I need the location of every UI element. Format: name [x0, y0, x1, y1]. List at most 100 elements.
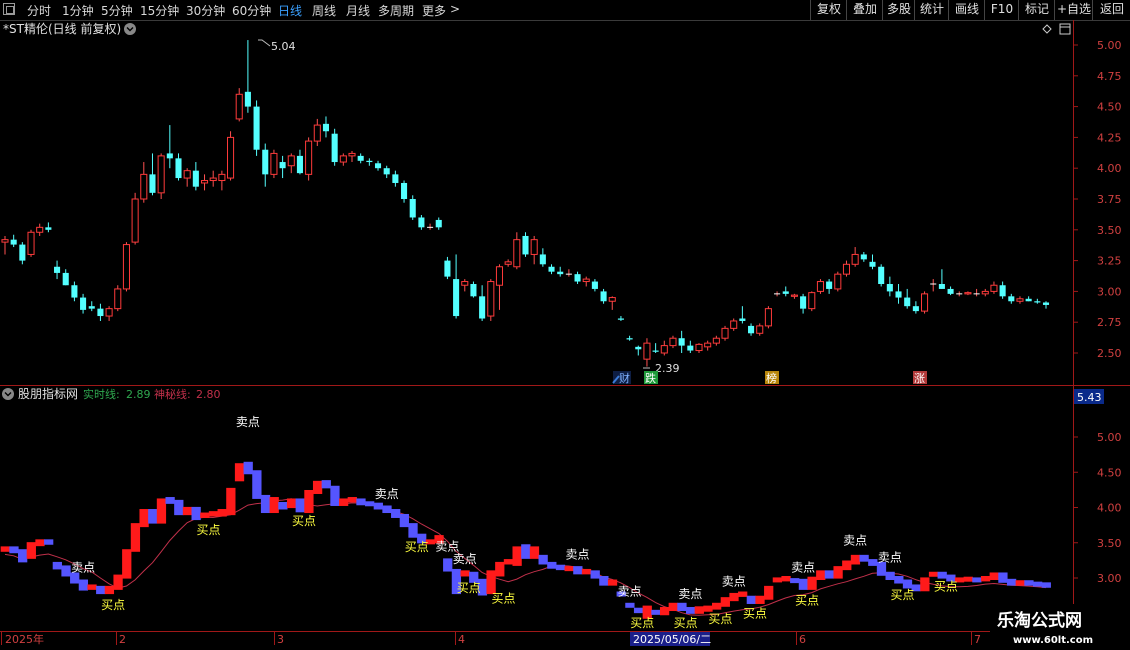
candle: [166, 125, 173, 169]
candle-body-up: [660, 345, 668, 354]
badge-drop-label: 跌: [645, 371, 656, 385]
indicator-bar: [18, 549, 28, 563]
candle-body-down: [45, 227, 52, 230]
indicator-bar: [1006, 578, 1017, 586]
indicator-bar: [937, 571, 947, 579]
indicator-bar: [972, 577, 982, 583]
candle: [383, 165, 390, 179]
indicator-bar: [156, 498, 167, 524]
candle-body-up: [27, 231, 35, 255]
candle: [88, 301, 95, 312]
chevron-down-icon[interactable]: [2, 388, 14, 400]
candle: [504, 259, 512, 267]
candle-body-up: [669, 337, 677, 347]
fuquan-button[interactable]: 复权: [810, 0, 847, 20]
candle: [10, 234, 17, 248]
indicator-bar: [0, 546, 10, 552]
candle: [71, 281, 78, 302]
candle-body-down: [895, 291, 902, 298]
mystery-line-value: 2.80: [196, 388, 221, 401]
add-favorite-button[interactable]: +自选: [1054, 0, 1093, 20]
indicator-bar: [391, 509, 401, 518]
watermark-title: 乐淘公式网: [997, 610, 1082, 631]
buy-point-label: 买点: [708, 612, 732, 626]
ind-y-tick-label: 4.00: [1097, 502, 1122, 515]
indicator-bar: [269, 497, 279, 514]
tab-more[interactable]: 更多: [422, 2, 446, 19]
tab-15min[interactable]: 15分钟: [140, 2, 179, 19]
indicator-bar: [555, 564, 566, 571]
tab-60min[interactable]: 60分钟: [232, 2, 271, 19]
badge-drop[interactable]: 跌: [644, 371, 658, 385]
candle-body-down: [392, 174, 399, 183]
candle-body-down: [557, 271, 564, 275]
candle: [600, 288, 607, 304]
indicator-bar: [738, 591, 748, 597]
chevron-down-icon[interactable]: [124, 23, 136, 35]
tab-30min[interactable]: 30分钟: [186, 2, 225, 19]
tab-1min[interactable]: 1分钟: [62, 2, 94, 19]
candle: [574, 271, 581, 285]
tab-multi-period[interactable]: 多周期: [378, 2, 414, 19]
badge-finance[interactable]: 财: [612, 371, 631, 385]
multi-stock-button[interactable]: 多股: [882, 0, 915, 20]
back-button[interactable]: 返回: [1092, 0, 1130, 20]
y-tick-label: 4.50: [1097, 101, 1122, 114]
candle: [635, 345, 642, 356]
candle: [131, 192, 139, 245]
sell-point-label: 卖点: [678, 587, 702, 601]
tab-monthly[interactable]: 月线: [346, 2, 370, 19]
candle-body-down: [470, 284, 477, 297]
badge-rise[interactable]: 涨: [913, 371, 927, 385]
candle: [678, 330, 685, 353]
draw-button[interactable]: 画线: [948, 0, 985, 20]
tab-daily[interactable]: 日线: [278, 2, 302, 19]
window-icon[interactable]: [1059, 23, 1071, 35]
ind-y-tick-label: 4.50: [1097, 466, 1122, 479]
indicator-bar: [573, 566, 583, 575]
tab-weekly[interactable]: 周线: [312, 2, 336, 19]
mark-button[interactable]: 标记: [1018, 0, 1055, 20]
y-tick-label: 3.00: [1097, 285, 1122, 298]
candle: [392, 170, 399, 187]
candle: [834, 271, 842, 292]
candle-body-down: [71, 285, 78, 298]
candle-body-down: [253, 106, 260, 150]
candle-body-down: [678, 338, 685, 346]
tab-fenshi[interactable]: 分时: [27, 2, 51, 19]
candle: [227, 131, 235, 181]
menu-icon[interactable]: [3, 3, 15, 15]
candle-body-down: [947, 288, 954, 294]
indicator-bar: [191, 506, 201, 521]
candle: [704, 340, 712, 351]
indicator-bar: [807, 576, 817, 590]
f10-button[interactable]: F10: [984, 0, 1019, 20]
candle-body-down: [1008, 296, 1015, 302]
indicator-bar: [668, 602, 678, 612]
indicator-bar: [998, 572, 1008, 583]
candle: [800, 293, 807, 314]
indicator-bar: [460, 570, 470, 577]
time-label-feb: 2: [119, 633, 126, 646]
y-tick-label: 4.75: [1097, 70, 1122, 83]
stats-button[interactable]: 统计: [914, 0, 949, 20]
candle-body-up: [157, 155, 165, 194]
tab-5min[interactable]: 5分钟: [101, 2, 133, 19]
candle: [790, 293, 798, 299]
candle-body-down: [739, 318, 746, 321]
candle-body-down: [878, 266, 885, 285]
candle-body-up: [981, 290, 989, 295]
indicator-bar: [868, 559, 878, 566]
candle-body-down: [383, 168, 390, 175]
buy-point-label: 买点: [891, 588, 915, 602]
overlay-button[interactable]: 叠加: [846, 0, 883, 20]
chevron-right-icon[interactable]: >: [450, 2, 460, 16]
candle: [530, 235, 538, 265]
candle: [1, 235, 9, 255]
candle-body-up: [721, 327, 729, 339]
indicator-bar: [746, 595, 756, 604]
badge-list[interactable]: 榜: [765, 371, 779, 385]
chart-area[interactable]: *ST精伦(日线 前复权) 5.00 4.75 4.50 4.25 4.00 3.75 3.…: [0, 20, 1130, 650]
diamond-icon[interactable]: [1042, 24, 1052, 34]
candle: [157, 153, 165, 199]
